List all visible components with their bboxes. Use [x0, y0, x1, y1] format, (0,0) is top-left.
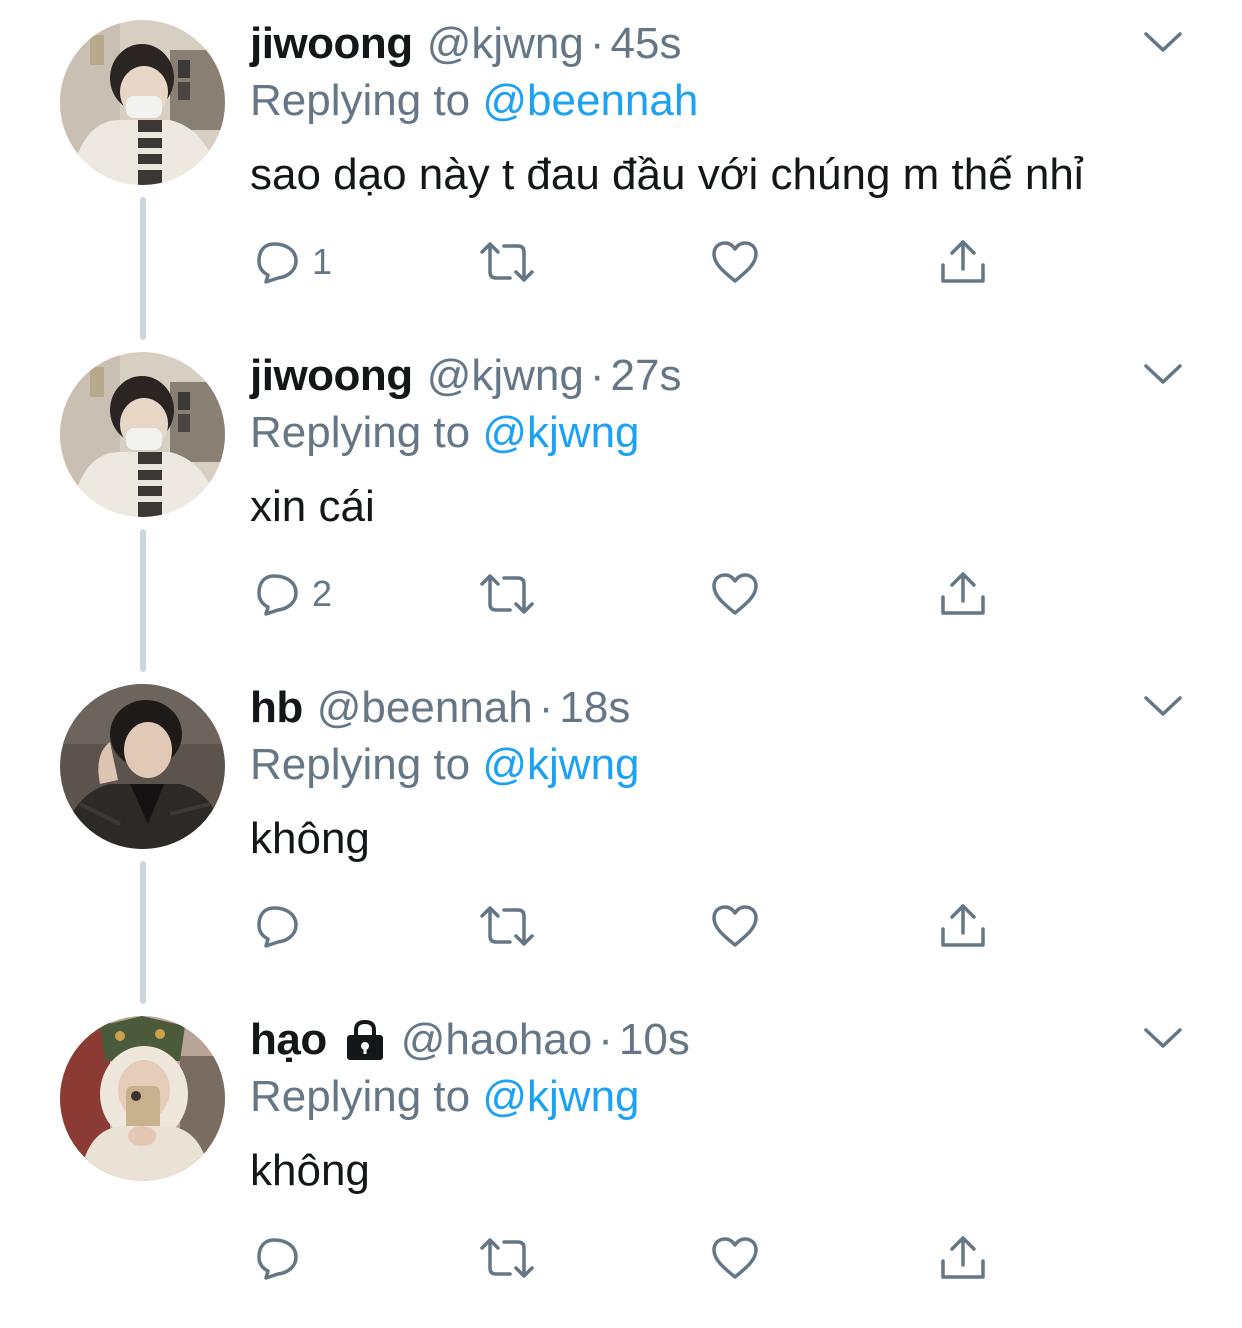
tweet[interactable]: jiwoong @kjwng · 27s Replying to @kjwng …	[0, 332, 1242, 672]
like-button[interactable]	[710, 1228, 760, 1288]
display-name[interactable]: jiwoong	[250, 351, 413, 401]
reply-icon	[254, 1234, 302, 1282]
separator-dot: ·	[589, 351, 605, 400]
share-icon	[938, 569, 988, 619]
retweet-icon	[478, 570, 536, 618]
reply-count: 1	[312, 241, 333, 282]
replying-to-label: Replying to	[250, 76, 483, 125]
reply-icon	[254, 902, 302, 950]
user-handle[interactable]: @kjwng	[427, 351, 584, 401]
like-button[interactable]	[710, 232, 760, 292]
reply-button[interactable]: 2	[254, 564, 332, 624]
replying-to: Replying to @kjwng	[250, 740, 640, 790]
reply-icon	[254, 238, 302, 286]
retweet-icon	[478, 238, 536, 286]
reply-button[interactable]	[254, 1228, 312, 1288]
tweet-actions: 2	[250, 564, 1010, 624]
timestamp[interactable]: 10s	[619, 1015, 690, 1065]
chevron-down-icon[interactable]	[1140, 24, 1186, 60]
tweet-text: sao dạo này t đau đầu với chúng m thế nh…	[250, 150, 1084, 199]
timestamp[interactable]: 18s	[559, 683, 630, 733]
chevron-down-icon[interactable]	[1140, 1020, 1186, 1056]
display-name[interactable]: hb	[250, 683, 303, 733]
like-icon	[710, 1234, 760, 1282]
replying-to-label: Replying to	[250, 740, 483, 789]
retweet-icon	[478, 902, 536, 950]
display-name[interactable]: jiwoong	[250, 19, 413, 69]
lock-icon	[343, 1018, 387, 1062]
tweet[interactable]: jiwoong @kjwng · 45s Replying to @beenna…	[0, 0, 1242, 340]
retweet-icon	[478, 1234, 536, 1282]
tweet-header: jiwoong @kjwng · 27s	[250, 346, 681, 406]
replying-to: Replying to @beennah	[250, 76, 698, 126]
timestamp[interactable]: 45s	[611, 19, 682, 69]
replying-to: Replying to @kjwng	[250, 408, 640, 458]
like-icon	[710, 570, 760, 618]
replying-to-label: Replying to	[250, 408, 483, 457]
share-icon	[938, 237, 988, 287]
separator-dot: ·	[598, 1015, 613, 1064]
separator-dot: ·	[589, 19, 605, 68]
reply-mention-link[interactable]: @kjwng	[482, 1072, 639, 1121]
reply-button[interactable]: 1	[254, 232, 332, 292]
tweet-actions	[250, 896, 1010, 956]
tweet-actions: 1	[250, 232, 1010, 292]
tweet-text: xin cái	[250, 482, 375, 531]
like-button[interactable]	[710, 564, 760, 624]
reply-count: 2	[312, 573, 333, 614]
chevron-down-icon[interactable]	[1140, 688, 1186, 724]
user-handle[interactable]: @beennah	[317, 683, 533, 733]
replying-to: Replying to @kjwng	[250, 1072, 640, 1122]
share-icon	[938, 1233, 988, 1283]
tweet-text: không	[250, 1146, 370, 1195]
reply-button[interactable]	[254, 896, 312, 956]
reply-icon	[254, 570, 302, 618]
retweet-button[interactable]	[478, 896, 536, 956]
thread-line	[140, 861, 146, 1004]
retweet-button[interactable]	[478, 1228, 536, 1288]
display-name[interactable]: hạo	[250, 1015, 327, 1065]
like-icon	[710, 238, 760, 286]
retweet-button[interactable]	[478, 232, 536, 292]
thread-line	[140, 197, 146, 340]
avatar[interactable]	[60, 20, 225, 185]
tweet-header: hạo @haohao · 10s	[250, 1010, 690, 1070]
share-button[interactable]	[938, 232, 988, 292]
user-handle[interactable]: @kjwng	[427, 19, 584, 69]
tweet[interactable]: hb @beennah · 18s Replying to @kjwng khô…	[0, 664, 1242, 1004]
share-button[interactable]	[938, 1228, 988, 1288]
reply-mention-link[interactable]: @kjwng	[482, 408, 639, 457]
share-icon	[938, 901, 988, 951]
tweet-actions	[250, 1228, 1010, 1288]
like-icon	[710, 902, 760, 950]
like-button[interactable]	[710, 896, 760, 956]
share-button[interactable]	[938, 564, 988, 624]
timestamp[interactable]: 27s	[611, 351, 682, 401]
chevron-down-icon[interactable]	[1140, 356, 1186, 392]
tweet[interactable]: hạo @haohao · 10s Replying to @kjwng khô…	[0, 996, 1242, 1328]
reply-mention-link[interactable]: @kjwng	[482, 740, 639, 789]
tweet-text: không	[250, 814, 370, 863]
replying-to-label: Replying to	[250, 1072, 483, 1121]
tweet-header: jiwoong @kjwng · 45s	[250, 14, 681, 74]
reply-mention-link[interactable]: @beennah	[482, 76, 698, 125]
share-button[interactable]	[938, 896, 988, 956]
avatar[interactable]	[60, 684, 225, 849]
separator-dot: ·	[538, 683, 554, 732]
thread-line	[140, 529, 146, 672]
user-handle[interactable]: @haohao	[401, 1015, 593, 1065]
avatar[interactable]	[60, 1016, 225, 1181]
tweet-header: hb @beennah · 18s	[250, 678, 630, 738]
avatar[interactable]	[60, 352, 225, 517]
retweet-button[interactable]	[478, 564, 536, 624]
